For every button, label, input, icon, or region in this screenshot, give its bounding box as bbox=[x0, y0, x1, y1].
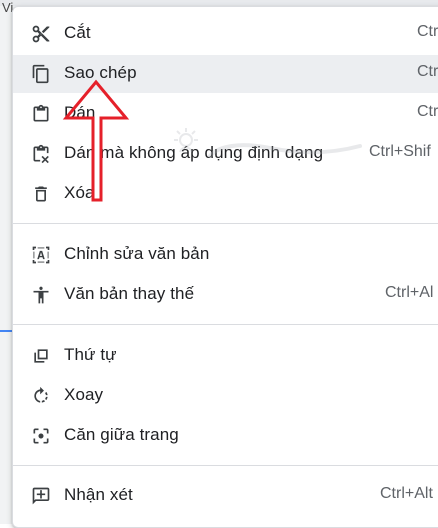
text-box-icon bbox=[30, 245, 52, 265]
menu-item-label: Thứ tự bbox=[64, 345, 117, 364]
center-focus-icon bbox=[30, 426, 52, 446]
menu-separator bbox=[13, 223, 438, 224]
shortcut-text: Ctr bbox=[417, 23, 438, 40]
menu-item-label: Xoay bbox=[64, 385, 104, 404]
menu-item-label: Nhận xét bbox=[64, 485, 133, 504]
watermark-logo bbox=[170, 126, 370, 178]
shortcut-text: Ctr bbox=[417, 103, 438, 120]
layers-icon bbox=[30, 346, 52, 366]
accessibility-icon bbox=[30, 285, 52, 305]
shortcut-text: Ctrl+Alt bbox=[380, 485, 433, 502]
menu-item-comment[interactable]: Nhận xét Ctrl+Alt bbox=[13, 477, 438, 515]
scissors-icon bbox=[30, 24, 52, 44]
menu-item-label: Văn bản thay thế bbox=[64, 284, 195, 303]
menu-item-label: Căn giữa trang bbox=[64, 425, 179, 444]
menu-item-alt-text[interactable]: Văn bản thay thế Ctrl+Al bbox=[13, 276, 438, 314]
menu-separator bbox=[13, 465, 438, 466]
menu-item-center[interactable]: Căn giữa trang bbox=[13, 417, 438, 455]
rotate-icon bbox=[30, 386, 52, 406]
menu-item-label: Cắt bbox=[64, 23, 91, 42]
add-comment-icon bbox=[30, 486, 52, 506]
shortcut-text: Ctr bbox=[417, 63, 438, 80]
shortcut-text: Ctrl+Shif bbox=[369, 143, 431, 160]
annotation-arrow bbox=[60, 78, 140, 202]
shortcut-text: Ctrl+Al bbox=[385, 284, 434, 301]
menu-item-label: Chỉnh sửa văn bản bbox=[64, 244, 210, 263]
menu-item-order[interactable]: Thứ tự bbox=[13, 337, 438, 375]
menu-item-rotate[interactable]: Xoay bbox=[13, 377, 438, 415]
clipboard-clear-icon bbox=[30, 144, 52, 164]
copy-icon bbox=[30, 64, 52, 84]
menu-item-cut[interactable]: Cắt Ctr bbox=[13, 15, 438, 53]
menu-separator bbox=[13, 324, 438, 325]
menu-item-edit-text[interactable]: Chỉnh sửa văn bản bbox=[13, 236, 438, 274]
clipboard-icon bbox=[30, 104, 52, 124]
trash-icon bbox=[30, 184, 52, 204]
